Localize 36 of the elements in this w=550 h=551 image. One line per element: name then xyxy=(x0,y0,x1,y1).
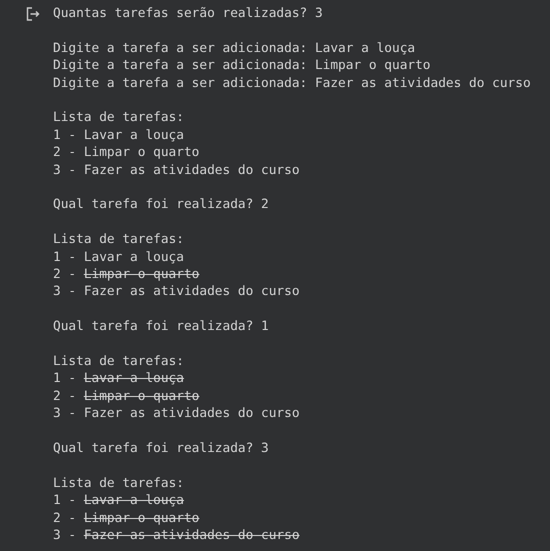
task-number: 2 - xyxy=(53,266,76,284)
output-line: Digite a tarefa a ser adicionada: Lavar a louça xyxy=(53,40,416,58)
task-label: Lavar a louça xyxy=(84,492,184,510)
task-label: Limpar o quarto xyxy=(84,510,200,528)
output-line: Digite a tarefa a ser adicionada: Fazer as atividades do curso xyxy=(53,74,531,92)
task-number: 3 - xyxy=(53,405,76,423)
task-number: 2 - xyxy=(53,388,76,406)
task-number: 2 - xyxy=(53,510,76,528)
output-line: Lista de tarefas: xyxy=(53,109,185,127)
task-label: Fazer as atividades do curso xyxy=(84,283,300,301)
task-label: Limpar o quarto xyxy=(84,144,200,162)
task-number: 3 - xyxy=(53,527,76,544)
task-label: Fazer as atividades do curso xyxy=(84,527,300,544)
output-icon xyxy=(25,6,41,22)
task-label: Limpar o quarto xyxy=(84,266,200,284)
task-label: Fazer as atividades do curso xyxy=(84,162,300,180)
output-line: Qual tarefa foi realizada? 1 xyxy=(53,318,270,336)
task-label: Lavar a louça xyxy=(84,370,184,388)
task-number: 3 - xyxy=(53,283,76,301)
output-line: Lista de tarefas: xyxy=(53,474,185,492)
output-line: Lista de tarefas: xyxy=(53,353,185,370)
task-number: 2 - xyxy=(53,144,76,162)
task-label: Lavar a louça xyxy=(84,126,184,144)
output-line: Qual tarefa foi realizada? 2 xyxy=(53,196,270,214)
task-label: Lavar a louça xyxy=(84,248,184,266)
task-number: 1 - xyxy=(53,370,76,388)
output-line: Qual tarefa foi realizada? 3 xyxy=(53,440,270,458)
output-line: Quantas tarefas serão realizadas? 3 xyxy=(53,5,324,22)
task-label: Fazer as atividades do curso xyxy=(84,405,300,423)
task-number: 3 - xyxy=(53,162,76,180)
output-line: Lista de tarefas: xyxy=(53,231,185,249)
task-number: 1 - xyxy=(53,248,76,266)
task-label: Limpar o quarto xyxy=(84,388,200,406)
task-number: 1 - xyxy=(53,126,76,144)
task-number: 1 - xyxy=(53,492,76,510)
output-line: Digite a tarefa a ser adicionada: Limpar o quarto xyxy=(53,57,432,75)
